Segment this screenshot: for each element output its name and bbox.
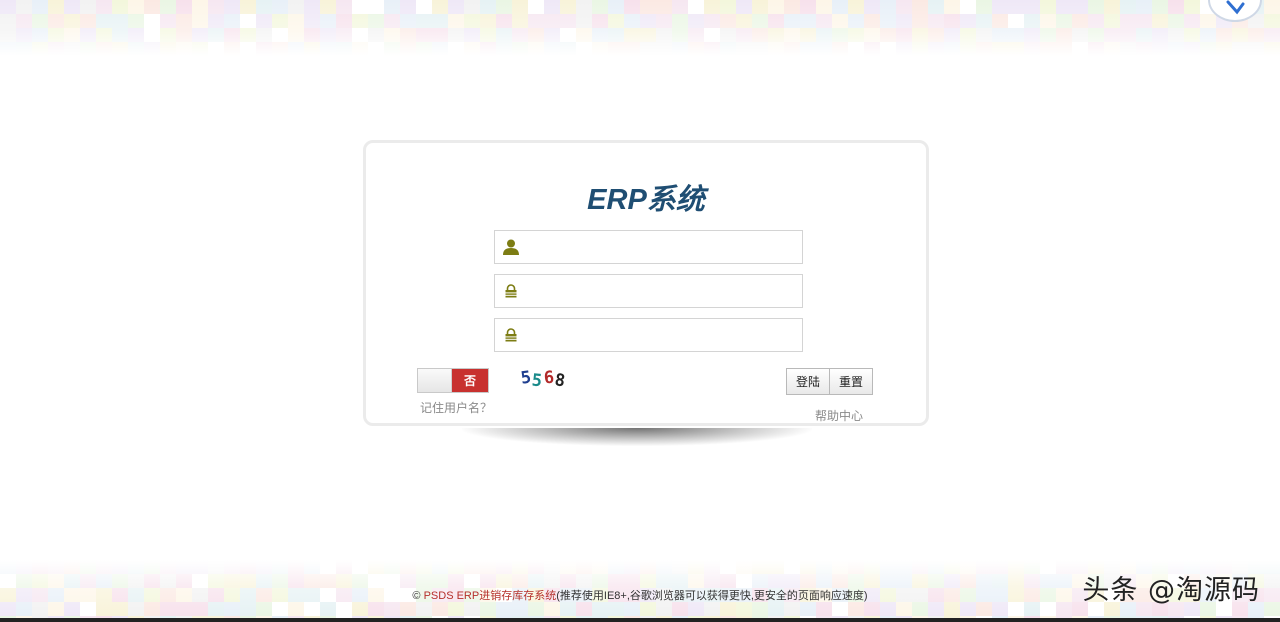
- captcha-char: 8: [552, 370, 568, 392]
- watermark: 头条 @淘源码: [1082, 575, 1260, 606]
- help-center-link[interactable]: 帮助中心: [815, 407, 863, 424]
- footer-brand-link[interactable]: PSDS ERP进销存库存系统: [424, 590, 557, 602]
- password-field[interactable]: [494, 274, 803, 308]
- decorative-mosaic-top: [0, 0, 1280, 56]
- login-button[interactable]: 登陆: [786, 368, 831, 395]
- captcha-input[interactable]: [527, 319, 802, 351]
- login-card: ERP系统 否 记住用户名？ 5568 登陆 重置 帮助中心: [363, 140, 929, 426]
- remember-username-label: 记住用户名？: [420, 401, 493, 415]
- login-title: ERP系统: [587, 184, 705, 216]
- user-icon: [495, 238, 527, 256]
- login-page: ERP系统 否 记住用户名？ 5568 登陆 重置 帮助中心 © PSDS ER…: [0, 0, 1280, 622]
- card-shadow: [462, 428, 812, 446]
- remember-username-toggle[interactable]: 否: [417, 368, 489, 393]
- captcha-char: 5: [531, 370, 545, 392]
- username-input[interactable]: [527, 231, 802, 263]
- toggle-state-label: 否: [452, 369, 488, 392]
- lock-icon: [495, 328, 527, 342]
- copyright-symbol: ©: [412, 590, 421, 602]
- captcha-field[interactable]: [494, 318, 803, 352]
- bottom-edge: [0, 618, 1280, 622]
- captcha-image[interactable]: 5568: [520, 367, 583, 393]
- reset-button[interactable]: 重置: [830, 368, 874, 395]
- username-field[interactable]: [494, 230, 803, 264]
- action-buttons: 登陆 重置: [786, 368, 874, 395]
- toggle-knob[interactable]: [418, 369, 452, 392]
- password-input[interactable]: [527, 275, 802, 307]
- footer-note: (推荐使用IE8+,谷歌浏览器可以获得更快,更安全的页面响应速度): [556, 590, 868, 602]
- lock-icon: [495, 284, 527, 298]
